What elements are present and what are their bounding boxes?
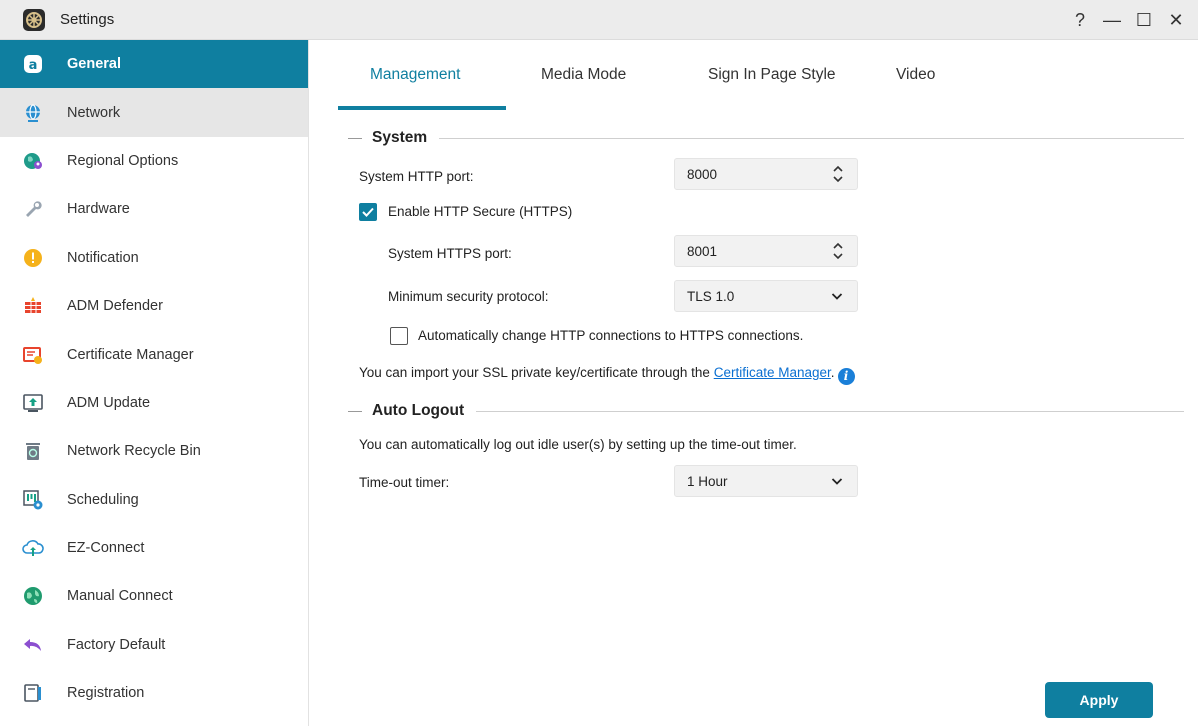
registration-icon: [22, 682, 44, 704]
spin-arrows-icon[interactable]: [833, 163, 843, 185]
sidebar-item-registration[interactable]: Registration: [0, 669, 308, 717]
wrench-icon: [22, 198, 44, 220]
sidebar-item-label: Notification: [67, 249, 139, 266]
auto-redirect-checkbox[interactable]: [390, 327, 408, 345]
ssl-note: You can import your SSL private key/cert…: [359, 365, 855, 385]
auto-logout-section-heading: Auto Logout: [348, 402, 1184, 420]
sidebar-item-label: Scheduling: [67, 491, 139, 508]
globe-icon: [22, 102, 44, 124]
content-panel: Management Media Mode Sign In Page Style…: [310, 40, 1198, 726]
sidebar-item-network-recycle-bin[interactable]: Network Recycle Bin: [0, 427, 308, 475]
sidebar-item-label: Registration: [67, 685, 145, 702]
sidebar-item-label: Network: [67, 104, 121, 121]
min-protocol-label: Minimum security protocol:: [388, 289, 549, 304]
recycle-bin-icon: [22, 440, 44, 462]
system-section-heading: System: [348, 129, 1184, 147]
section-title: Auto Logout: [372, 402, 465, 419]
section-title: System: [372, 129, 428, 146]
update-icon: [22, 392, 44, 414]
apply-button[interactable]: Apply: [1045, 682, 1153, 718]
chevron-down-icon: [831, 290, 843, 305]
chevron-down-icon: [831, 475, 843, 490]
sidebar-item-label: ADM Defender: [67, 298, 163, 315]
sidebar-item-label: Regional Options: [67, 152, 179, 169]
sidebar-item-adm-update[interactable]: ADM Update: [0, 379, 308, 427]
https-port-value: 8001: [687, 243, 718, 259]
http-port-value: 8000: [687, 166, 718, 182]
tab-media-mode[interactable]: Media Mode: [506, 40, 674, 110]
min-protocol-value: TLS 1.0: [687, 288, 735, 304]
sidebar-item-regional-options[interactable]: Regional Options: [0, 137, 308, 185]
timeout-timer-select[interactable]: 1 Hour: [674, 465, 858, 497]
sidebar-item-label: Certificate Manager: [67, 346, 194, 363]
info-icon[interactable]: i: [837, 367, 855, 385]
sidebar-item-manual-connect[interactable]: Manual Connect: [0, 572, 308, 620]
maximize-button[interactable]: ☐: [1128, 0, 1160, 40]
timeout-timer-value: 1 Hour: [687, 473, 728, 489]
tab-management[interactable]: Management: [338, 40, 506, 110]
svg-text:a: a: [29, 58, 38, 73]
enable-https-label: Enable HTTP Secure (HTTPS): [388, 204, 573, 219]
sidebar-item-label: EZ-Connect: [67, 540, 145, 557]
ssl-note-text: You can import your SSL private key/cert…: [359, 365, 714, 380]
undo-arrow-icon: [22, 634, 44, 656]
sidebar-item-adm-defender[interactable]: ADM Defender: [0, 282, 308, 330]
sidebar-item-label: General: [67, 56, 121, 73]
exclamation-icon: [22, 247, 44, 269]
minimize-button[interactable]: —: [1096, 0, 1128, 40]
sidebar-item-label: Manual Connect: [67, 588, 173, 605]
sidebar-item-certificate-manager[interactable]: Certificate Manager: [0, 330, 308, 378]
sidebar: a General Network Regional Options Hardw…: [0, 40, 309, 726]
spin-arrows-icon[interactable]: [833, 240, 843, 262]
sidebar-item-scheduling[interactable]: Scheduling: [0, 476, 308, 524]
sidebar-item-hardware[interactable]: Hardware: [0, 185, 308, 233]
sidebar-item-label: ADM Update: [67, 394, 151, 411]
certificate-icon: [22, 344, 44, 366]
timeout-timer-label: Time-out timer:: [359, 475, 450, 490]
title-bar: Settings ? — ☐ ✕: [0, 0, 1198, 40]
ssl-note-suffix: .: [830, 365, 835, 380]
network-globe-icon: [22, 585, 44, 607]
tab-sign-in-page-style[interactable]: Sign In Page Style: [674, 40, 884, 110]
tab-label: Management: [370, 66, 461, 83]
sidebar-item-label: Hardware: [67, 201, 130, 218]
sidebar-item-notification[interactable]: Notification: [0, 234, 308, 282]
calendar-gear-icon: [22, 489, 44, 511]
tab-label: Sign In Page Style: [708, 66, 836, 83]
help-button[interactable]: ?: [1064, 0, 1096, 40]
sidebar-item-network[interactable]: Network: [0, 88, 308, 137]
min-protocol-select[interactable]: TLS 1.0: [674, 280, 858, 312]
sidebar-item-general[interactable]: a General: [0, 40, 308, 89]
firewall-icon: [22, 295, 44, 317]
cloud-upload-icon: [22, 537, 44, 559]
divider: [476, 410, 1184, 412]
sidebar-item-factory-default[interactable]: Factory Default: [0, 621, 308, 669]
tab-label: Media Mode: [541, 66, 627, 83]
http-port-label: System HTTP port:: [359, 169, 474, 184]
tab-label: Video: [896, 66, 936, 83]
divider: [348, 137, 362, 139]
settings-app-icon: [23, 8, 45, 31]
regional-globe-icon: [22, 150, 44, 172]
sidebar-item-label: Network Recycle Bin: [67, 443, 201, 460]
sidebar-item-label: Factory Default: [67, 636, 166, 653]
tab-video[interactable]: Video: [884, 40, 984, 110]
divider: [439, 137, 1184, 139]
https-port-stepper[interactable]: 8001: [674, 235, 858, 267]
window-title: Settings: [60, 11, 115, 28]
auto-logout-description: You can automatically log out idle user(…: [359, 437, 797, 452]
certificate-manager-link[interactable]: Certificate Manager: [714, 365, 831, 380]
general-icon: a: [22, 53, 44, 75]
http-port-stepper[interactable]: 8000: [674, 158, 858, 190]
tab-bar: Management Media Mode Sign In Page Style…: [338, 40, 984, 110]
sidebar-item-ez-connect[interactable]: EZ-Connect: [0, 524, 308, 572]
https-port-label: System HTTPS port:: [388, 246, 512, 261]
auto-redirect-label: Automatically change HTTP connections to…: [418, 328, 804, 343]
divider: [348, 410, 362, 412]
close-button[interactable]: ✕: [1160, 0, 1192, 40]
enable-https-checkbox[interactable]: [359, 203, 377, 221]
checkmark-icon: [362, 207, 374, 217]
